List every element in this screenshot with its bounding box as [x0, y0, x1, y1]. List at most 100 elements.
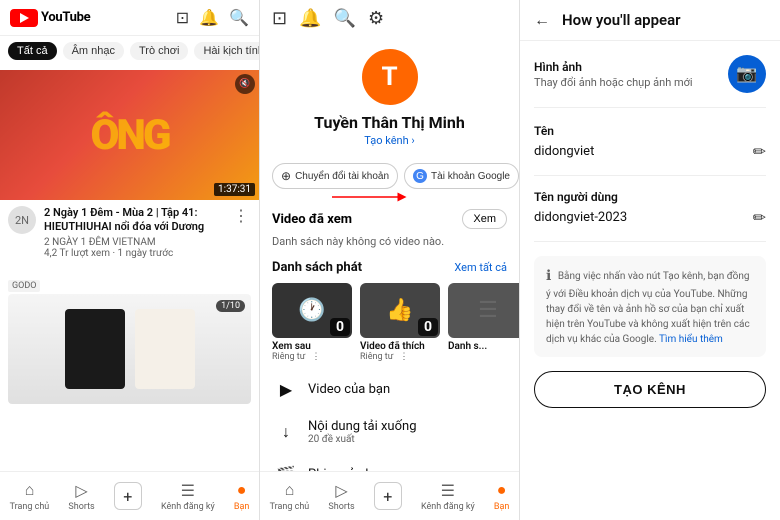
- view-watched-btn[interactable]: Xem: [462, 209, 507, 229]
- hoodie-black: [65, 309, 125, 389]
- left-panel: YouTube ⊡ 🔔 🔍 Tất cả Âm nhạc Trò chơi Hà…: [0, 0, 260, 520]
- nav-add-left[interactable]: +: [114, 482, 142, 510]
- search-icon[interactable]: 🔍: [229, 8, 249, 27]
- right-panel: ← How you'll appear Hình ảnh Thay đổi ản…: [520, 0, 780, 520]
- back-button[interactable]: ←: [534, 10, 550, 30]
- video-info-1: 2N 2 Ngày 1 Đêm - Mùa 2 | Tập 41: HIEUTH…: [0, 200, 259, 265]
- video-item-1[interactable]: ÔNG 🔇 1:37:31 2N 2 Ngày 1 Đêm - Mùa 2 | …: [0, 66, 259, 269]
- info-link[interactable]: Tìm hiểu thêm: [659, 334, 723, 345]
- username-edit-icon[interactable]: ✏: [753, 208, 766, 227]
- menu-downloads-sub: 20 đề xuất: [308, 434, 417, 445]
- home-icon-mid: ⌂: [285, 480, 295, 500]
- liked-sublabel: Riêng tư ⋮: [360, 352, 409, 362]
- google-account-btn[interactable]: G Tài khoản Google: [404, 163, 519, 189]
- username-value: didongviet-2023: [534, 210, 627, 225]
- ad-badge: GODO: [8, 280, 40, 292]
- nav-subscriptions-left[interactable]: ☰ Kênh đăng ký: [161, 481, 215, 512]
- watched-empty-msg: Danh sách này không có video nào.: [272, 229, 507, 252]
- menu-downloads[interactable]: ↓ Nội dung tải xuống 20 đề xuất: [260, 409, 519, 455]
- filter-bar: Tất cả Âm nhạc Trò chơi Hài kịch tính: [0, 36, 259, 66]
- mute-icon[interactable]: 🔇: [235, 74, 255, 94]
- add-btn-mid[interactable]: +: [374, 482, 402, 510]
- name-edit-icon[interactable]: ✏: [753, 142, 766, 161]
- nav-shorts-mid[interactable]: ▷ Shorts: [328, 481, 354, 512]
- username-row: didongviet-2023 ✏: [534, 208, 766, 227]
- watch-later-sublabel: Riêng tư ⋮: [272, 352, 321, 362]
- nav-subs-label-left: Kênh đăng ký: [161, 502, 215, 512]
- filter-all[interactable]: Tất cả: [8, 42, 57, 60]
- nav-subscriptions-mid[interactable]: ☰ Kênh đăng ký: [421, 481, 475, 512]
- mid-bottom-nav: ⌂ Trang chủ ▷ Shorts + ☰ Kênh đăng ký ● …: [260, 471, 519, 520]
- search-icon-mid[interactable]: 🔍: [334, 8, 356, 29]
- ad-item-1[interactable]: GODO 1/10: [0, 269, 259, 408]
- filter-gaming[interactable]: Trò chơi: [130, 42, 188, 60]
- playlist-danh-sach[interactable]: ☰ Danh s...: [448, 283, 520, 362]
- watch-later-more-icon[interactable]: ⋮: [312, 352, 321, 362]
- playlist-watch-later[interactable]: 🕐 0 Xem sau Riêng tư ⋮: [272, 283, 352, 362]
- youtube-logo-text: YouTube: [41, 10, 90, 25]
- add-btn-left[interactable]: +: [114, 482, 142, 510]
- download-icon: ↓: [276, 422, 296, 442]
- nav-home-label-mid: Trang chủ: [270, 502, 310, 512]
- liked-more-icon[interactable]: ⋮: [400, 352, 409, 362]
- video-meta-1: 2 Ngày 1 Đêm - Mùa 2 | Tập 41: HIEUTHIUH…: [44, 206, 223, 259]
- header-icons: ⊡ 🔔 🔍: [176, 8, 249, 27]
- nav-add-mid[interactable]: +: [374, 482, 402, 510]
- home-icon-left: ⌂: [25, 480, 35, 500]
- username-label: Tên người dùng: [534, 190, 766, 204]
- nav-shorts-left[interactable]: ▷ Shorts: [68, 481, 94, 512]
- ad-hoodie-display: [55, 299, 205, 399]
- name-value: didongviet: [534, 144, 594, 159]
- subscriptions-icon-mid: ☰: [441, 481, 455, 500]
- nav-you-label-left: Bạn: [234, 502, 249, 512]
- nav-you-label-mid: Bạn: [494, 502, 509, 512]
- switch-account-btn[interactable]: ⊕ Chuyển đổi tài khoản: [272, 163, 398, 189]
- profile-channel-link[interactable]: Tạo kênh ›: [364, 134, 414, 147]
- notification-icon[interactable]: 🔔: [199, 8, 219, 27]
- filter-comedy[interactable]: Hài kịch tính: [194, 42, 259, 60]
- username-section: Tên người dùng didongviet-2023 ✏: [534, 190, 766, 242]
- cast-icon-mid[interactable]: ⊡: [272, 8, 287, 29]
- watch-later-img: 🕐 0: [272, 283, 352, 338]
- cast-icon[interactable]: ⊡: [176, 8, 189, 27]
- image-sublabel: Thay đổi ảnh hoặc chụp ảnh mới: [534, 76, 693, 89]
- video-thumbnail-1: ÔNG 🔇 1:37:31: [0, 70, 259, 200]
- camera-button[interactable]: 📷: [728, 55, 766, 93]
- playlist-view-all[interactable]: Xem tất cả: [454, 261, 507, 274]
- image-label: Hình ảnh: [534, 60, 693, 74]
- watch-later-count: 0: [330, 318, 350, 336]
- danh-sach-img: ☰: [448, 283, 520, 338]
- settings-icon-mid[interactable]: ⚙: [368, 8, 384, 29]
- create-channel-button[interactable]: TẠO KÊNH: [534, 371, 766, 408]
- danh-sach-label: Danh s...: [448, 341, 487, 352]
- nav-you-mid[interactable]: ● Bạn: [494, 480, 509, 512]
- video-more-btn-1[interactable]: ⋮: [231, 206, 251, 225]
- menu-your-movies[interactable]: 🎬 Phim của bạn: [260, 455, 519, 471]
- red-arrow-svg: [332, 187, 412, 207]
- playlist-icon: ☰: [478, 298, 498, 323]
- menu-your-videos-label: Video của bạn: [308, 382, 390, 397]
- plus-icon-left: +: [123, 487, 132, 506]
- notification-icon-mid[interactable]: 🔔: [299, 8, 321, 29]
- menu-your-videos[interactable]: ▶ Video của bạn: [260, 370, 519, 409]
- profile-name: Tuyền Thân Thị Minh: [314, 113, 465, 132]
- profile-section: T Tuyền Thân Thị Minh Tạo kênh ›: [260, 37, 519, 155]
- hoodie-white: [135, 309, 195, 389]
- ad-pagination: 1/10: [216, 300, 245, 312]
- nav-home-mid[interactable]: ⌂ Trang chủ: [270, 480, 310, 512]
- nav-home-left[interactable]: ⌂ Trang chủ: [10, 480, 50, 512]
- youtube-logo-icon: [10, 9, 38, 27]
- camera-icon: 📷: [736, 64, 757, 84]
- liked-img: 👍 0: [360, 283, 440, 338]
- nav-you-left[interactable]: ● Bạn: [234, 480, 249, 512]
- filter-music[interactable]: Âm nhạc: [63, 42, 124, 60]
- playlist-liked[interactable]: 👍 0 Video đã thích Riêng tư ⋮: [360, 283, 440, 362]
- video-icon: ▶: [276, 380, 296, 399]
- info-icon: ℹ: [546, 268, 551, 284]
- youtube-logo[interactable]: YouTube: [10, 9, 90, 27]
- menu-downloads-label: Nội dung tải xuống: [308, 419, 417, 434]
- ad-thumbnail: 1/10: [8, 294, 251, 404]
- plus-icon-mid: +: [383, 487, 392, 506]
- clock-icon: 🕐: [298, 298, 325, 323]
- nav-home-label-left: Trang chủ: [10, 502, 50, 512]
